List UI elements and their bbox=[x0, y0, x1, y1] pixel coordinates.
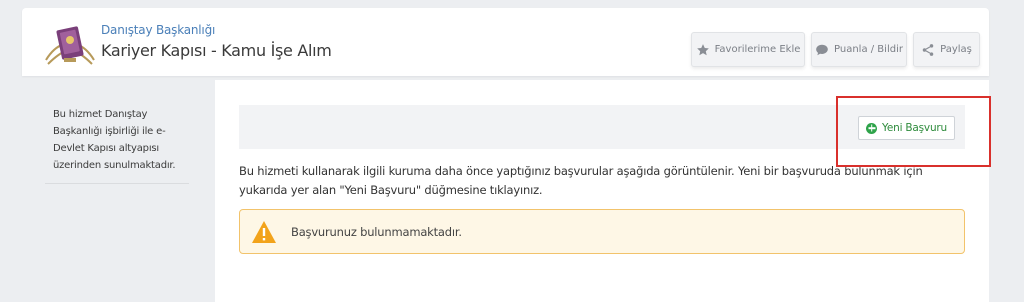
main-content: Yeni Başvuru Bu hizmeti kullanarak ilgil… bbox=[215, 80, 989, 302]
warning-triangle-icon bbox=[252, 220, 276, 243]
sidebar: Bu hizmet Danıştay Başkanlığı işbirliği … bbox=[22, 80, 212, 302]
agency-logo bbox=[45, 26, 95, 65]
plus-circle-icon bbox=[866, 122, 878, 134]
share-label: Paylaş bbox=[940, 44, 972, 55]
alert-message: Başvurunuz bulunmamaktadır. bbox=[291, 224, 462, 239]
no-application-alert: Başvurunuz bulunmamaktadır. bbox=[239, 209, 965, 254]
page-title: Kariyer Kapısı - Kamu İşe Alım bbox=[101, 41, 332, 60]
share-icon bbox=[922, 43, 934, 56]
sidebar-divider bbox=[45, 183, 189, 184]
agency-name[interactable]: Danıştay Başkanlığı bbox=[101, 23, 215, 37]
share-button[interactable]: Paylaş bbox=[913, 32, 980, 67]
service-description: Bu hizmeti kullanarak ilgili kuruma daha… bbox=[239, 164, 923, 197]
add-favorites-button[interactable]: Favorilerime Ekle bbox=[691, 32, 805, 67]
speech-bubble-icon bbox=[816, 44, 828, 55]
service-header: Danıştay Başkanlığı Kariyer Kapısı - Kam… bbox=[22, 8, 989, 76]
service-provider-info: Bu hizmet Danıştay Başkanlığı işbirliği … bbox=[53, 109, 176, 171]
rate-report-label: Puanla / Bildir bbox=[834, 44, 903, 55]
star-icon bbox=[696, 43, 709, 55]
application-toolbar bbox=[239, 105, 965, 149]
rate-report-button[interactable]: Puanla / Bildir bbox=[811, 32, 907, 67]
new-application-button[interactable]: Yeni Başvuru bbox=[858, 116, 955, 140]
add-favorites-label: Favorilerime Ekle bbox=[714, 44, 801, 55]
new-application-label: Yeni Başvuru bbox=[882, 122, 947, 134]
